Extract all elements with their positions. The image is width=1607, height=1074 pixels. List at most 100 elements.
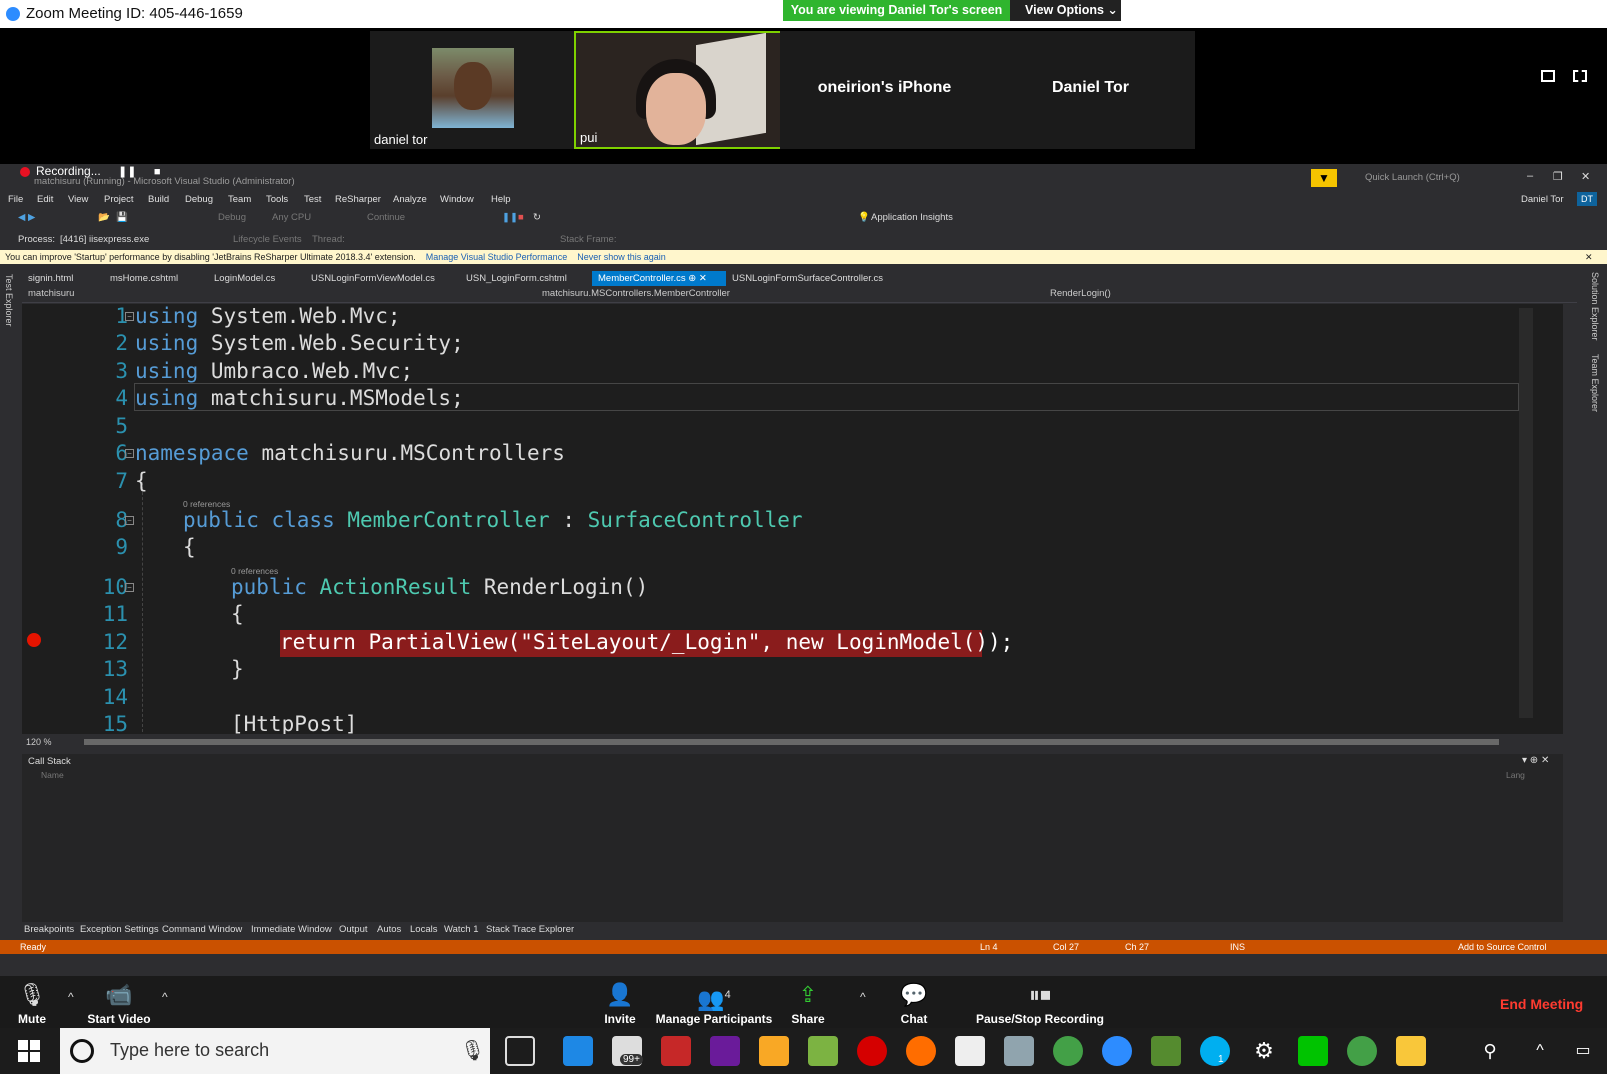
tab-command-window[interactable]: Command Window xyxy=(162,924,242,935)
fold-toggle-icon[interactable]: − xyxy=(125,449,134,458)
stop-icon[interactable]: ■ xyxy=(518,212,524,223)
quick-launch-input[interactable]: Quick Launch (Ctrl+Q) xyxy=(1361,169,1511,187)
back-icon[interactable]: ◀ ▶ xyxy=(18,212,35,223)
mail-icon[interactable]: 99+ xyxy=(612,1036,643,1066)
task-view-icon[interactable] xyxy=(505,1036,535,1066)
manage-participants-button[interactable]: 👥4 Manage Participants xyxy=(654,976,774,1026)
panel-close-icon[interactable]: ▾ ⊕ ✕ xyxy=(1522,755,1549,766)
people-icon[interactable]: ⚲ xyxy=(1475,1036,1505,1066)
fold-toggle-icon[interactable]: − xyxy=(125,516,134,525)
platform-dropdown[interactable]: Any CPU xyxy=(272,212,311,223)
chevron-up-icon[interactable]: ^ xyxy=(860,990,866,1004)
minimize-icon[interactable]: – xyxy=(1527,170,1533,182)
line-app-icon[interactable] xyxy=(1298,1036,1328,1066)
firefox-icon[interactable] xyxy=(906,1036,936,1066)
tab-immediate-window[interactable]: Immediate Window xyxy=(251,924,332,935)
menu-team[interactable]: Team xyxy=(228,194,251,205)
vertical-scrollbar[interactable] xyxy=(1519,308,1533,718)
menu-resharper[interactable]: ReSharper xyxy=(335,194,381,205)
menu-file[interactable]: File xyxy=(8,194,23,205)
mcafee-icon[interactable] xyxy=(661,1036,691,1066)
mute-button[interactable]: 🎙 Mute xyxy=(10,976,54,1026)
menu-analyze[interactable]: Analyze xyxy=(393,194,427,205)
chrome-icon-2[interactable] xyxy=(1347,1036,1377,1066)
project-dropdown[interactable]: matchisuru xyxy=(28,288,74,299)
chrome-icon[interactable] xyxy=(1053,1036,1083,1066)
participant-tile-pui[interactable]: pui xyxy=(574,31,783,149)
participant-tile-iphone[interactable]: oneirion's iPhone xyxy=(780,31,989,149)
tab-stack-trace-explorer[interactable]: Stack Trace Explorer xyxy=(486,924,574,935)
menu-project[interactable]: Project xyxy=(104,194,134,205)
edge-icon[interactable] xyxy=(563,1036,593,1066)
never-show-link[interactable]: Never show this again xyxy=(577,252,666,262)
start-video-button[interactable]: 📹 Start Video xyxy=(84,976,154,1026)
solution-explorer-tab[interactable]: Solution Explorer xyxy=(1590,272,1600,341)
file-icon[interactable] xyxy=(955,1036,985,1066)
lang-column-header[interactable]: Lang xyxy=(1506,770,1525,780)
tab-locals[interactable]: Locals xyxy=(410,924,437,935)
tab-breakpoints[interactable]: Breakpoints xyxy=(24,924,74,935)
lifecycle-events-button[interactable]: Lifecycle Events xyxy=(233,234,302,245)
process-dropdown[interactable]: [4416] iisexpress.exe xyxy=(60,234,149,245)
image-editor-icon[interactable] xyxy=(1151,1036,1181,1066)
tab-usnloginformsurfacecontroller[interactable]: USNLoginFormSurfaceController.cs xyxy=(726,271,889,286)
close-icon[interactable]: ✕ xyxy=(1581,170,1590,183)
chevron-up-icon[interactable]: ^ xyxy=(162,990,168,1004)
member-dropdown[interactable]: RenderLogin() xyxy=(1050,288,1111,299)
app-insights-button[interactable]: Application Insights xyxy=(871,212,953,223)
open-file-icon[interactable]: 📂 xyxy=(98,212,110,223)
tab-loginmodel[interactable]: LoginModel.cs xyxy=(208,271,281,286)
pin-icon[interactable]: ⊕ xyxy=(688,273,696,284)
view-options-button[interactable]: View Options ⌄ xyxy=(1010,0,1121,21)
app-icon[interactable] xyxy=(1004,1036,1034,1066)
fullscreen-icon[interactable] xyxy=(1573,70,1587,82)
visual-studio-icon[interactable] xyxy=(710,1036,740,1066)
manage-performance-link[interactable]: Manage Visual Studio Performance xyxy=(426,252,567,262)
share-button[interactable]: ⇪ Share xyxy=(786,976,830,1026)
team-explorer-tab[interactable]: Team Explorer xyxy=(1590,354,1600,412)
continue-button[interactable]: Continue xyxy=(367,212,405,223)
zoom-level-dropdown[interactable]: 120 % xyxy=(26,737,52,747)
menu-view[interactable]: View xyxy=(68,194,88,205)
pause-icon[interactable]: ❚❚ xyxy=(502,212,518,223)
test-explorer-tab[interactable]: Test Explorer xyxy=(4,274,14,327)
menu-tools[interactable]: Tools xyxy=(266,194,288,205)
restore-icon[interactable]: ❐ xyxy=(1553,170,1563,183)
taskbar-search-box[interactable]: Type here to search 🎙 xyxy=(60,1028,490,1074)
invite-button[interactable]: 👤 Invite xyxy=(598,976,642,1026)
add-to-source-control-button[interactable]: Add to Source Control xyxy=(1458,940,1547,954)
tab-close-icon[interactable]: ✕ xyxy=(699,273,707,284)
store-icon[interactable] xyxy=(759,1036,789,1066)
file-explorer-icon[interactable] xyxy=(1396,1036,1426,1066)
horizontal-scrollbar[interactable] xyxy=(84,739,1499,745)
tab-usnloginformviewmodel[interactable]: USNLoginFormViewModel.cs xyxy=(305,271,441,286)
participant-tile-daniel-tor[interactable]: daniel tor xyxy=(370,31,579,149)
tab-watch-1[interactable]: Watch 1 xyxy=(444,924,479,935)
skype-icon[interactable]: 1 xyxy=(1200,1036,1230,1066)
zoom-icon[interactable] xyxy=(1102,1036,1132,1066)
info-close-icon[interactable]: ✕ xyxy=(1585,250,1593,264)
tool-icon[interactable] xyxy=(808,1036,838,1066)
tab-exception-settings[interactable]: Exception Settings xyxy=(80,924,159,935)
battery-icon[interactable]: ▭ xyxy=(1568,1036,1598,1066)
tab-output[interactable]: Output xyxy=(339,924,368,935)
menu-window[interactable]: Window xyxy=(440,194,474,205)
tab-autos[interactable]: Autos xyxy=(377,924,401,935)
end-meeting-button[interactable]: End Meeting xyxy=(1500,996,1583,1012)
chevron-up-icon[interactable]: ^ xyxy=(68,990,74,1004)
tab-signin[interactable]: signin.html xyxy=(22,271,79,286)
menu-help[interactable]: Help xyxy=(491,194,511,205)
opera-icon[interactable] xyxy=(857,1036,887,1066)
menu-build[interactable]: Build xyxy=(148,194,169,205)
tab-membercontroller[interactable]: MemberController.cs ⊕ ✕ xyxy=(592,271,726,286)
tab-mshome[interactable]: msHome.cshtml xyxy=(104,271,184,286)
restart-icon[interactable]: ↻ xyxy=(533,212,541,223)
pause-stop-recording-button[interactable]: ⏸⏹ Pause/Stop Recording xyxy=(960,976,1120,1026)
menu-test[interactable]: Test xyxy=(304,194,321,205)
participant-tile-daniel-tor-2[interactable]: Daniel Tor xyxy=(986,31,1195,149)
chat-button[interactable]: 💬 Chat xyxy=(892,976,936,1026)
tab-usn-loginform[interactable]: USN_LoginForm.cshtml xyxy=(460,271,573,286)
signed-in-user[interactable]: Daniel Tor xyxy=(1521,194,1564,205)
name-column-header[interactable]: Name xyxy=(41,770,64,780)
layout-toggle-icon[interactable] xyxy=(1541,70,1555,82)
